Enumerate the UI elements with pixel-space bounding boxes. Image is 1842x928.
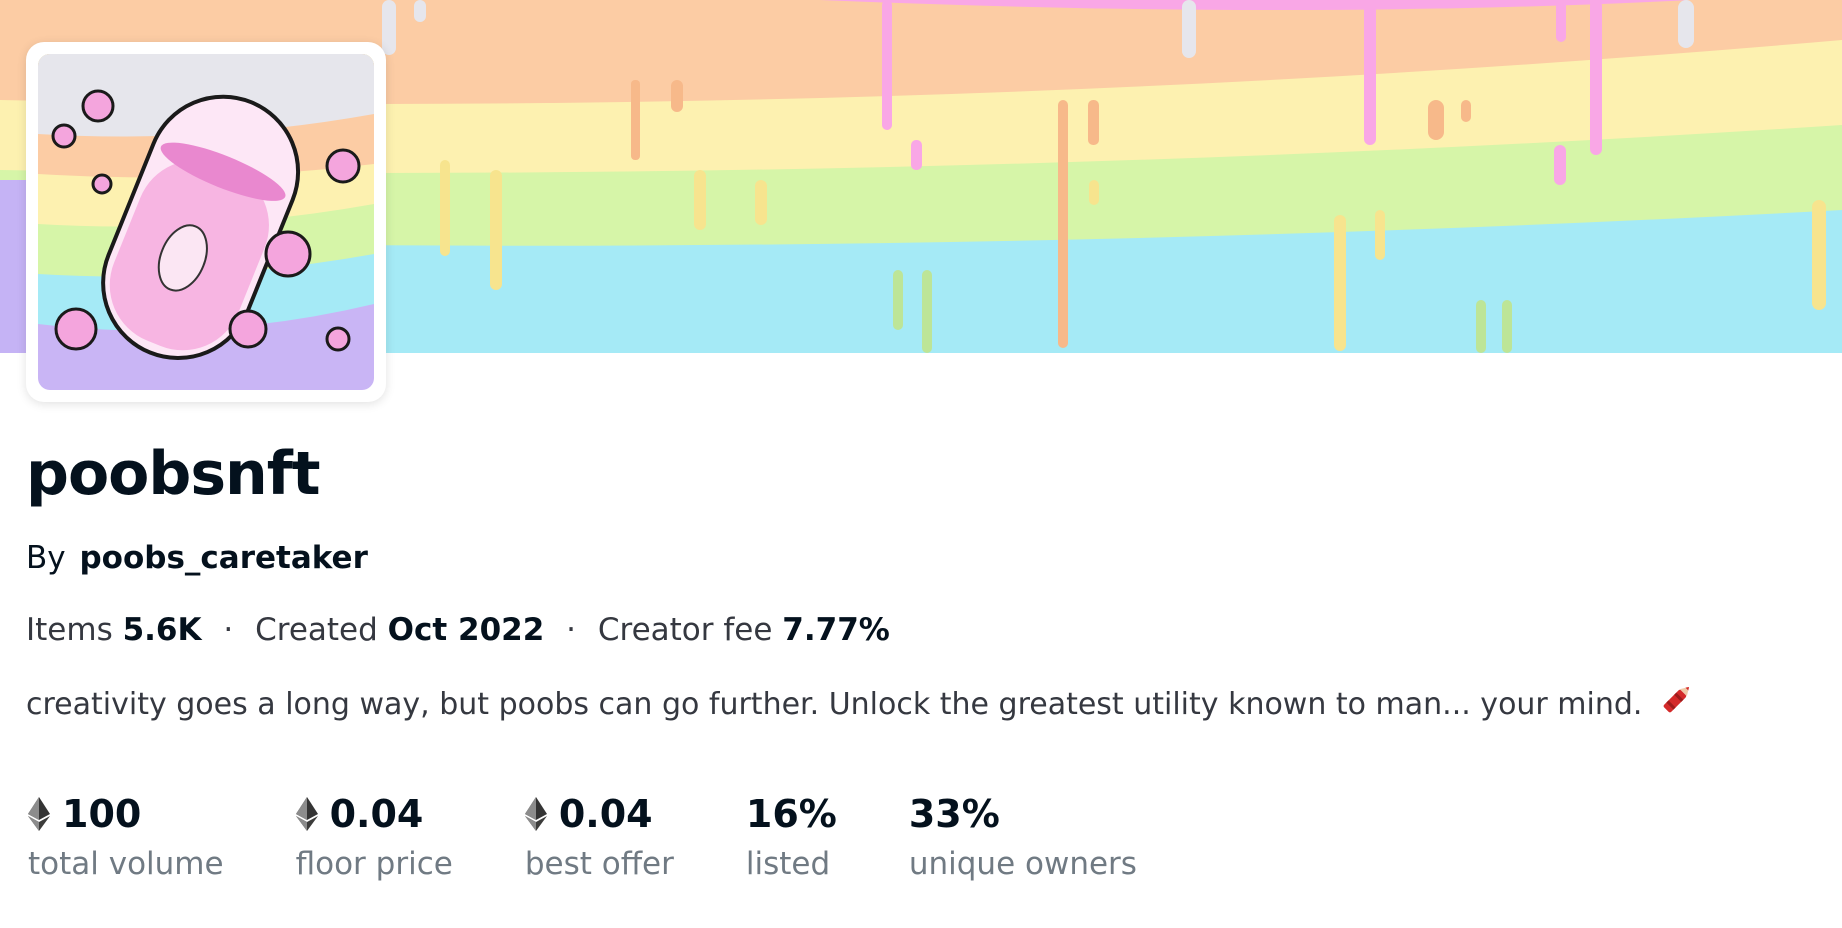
listed-value: 16%: [745, 792, 837, 836]
floor-price-value: 0.04: [329, 792, 424, 836]
best-offer-label: best offer: [524, 846, 674, 882]
collection-meta: Items 5.6K · Created Oct 2022 · Creator …: [26, 608, 890, 652]
total-volume-value: 100: [62, 792, 142, 836]
creator-fee-label: Creator fee: [597, 612, 773, 648]
crayon-icon: [1658, 680, 1696, 731]
floor-price-label: floor price: [295, 846, 453, 882]
best-offer-value: 0.04: [558, 792, 653, 836]
total-volume-label: total volume: [28, 846, 224, 882]
unique-owners-value: 33%: [908, 792, 1000, 836]
creator-byline: By poobs_caretaker: [26, 536, 368, 580]
ethereum-icon: [295, 797, 318, 831]
stat-value: 33%: [909, 790, 1137, 838]
stat-value: 16%: [746, 790, 837, 838]
collection-logo-image: [38, 54, 374, 390]
collection-avatar: [26, 42, 386, 402]
collection-description: creativity goes a long way, but poobs ca…: [26, 680, 1696, 731]
listed-label: listed: [745, 846, 831, 882]
items-value: 5.6K: [122, 612, 202, 648]
ethereum-icon: [28, 797, 50, 831]
stat-value: 0.04: [524, 790, 674, 838]
ethereum-icon: [524, 797, 547, 831]
stat-unique-owners[interactable]: 33% unique owners: [909, 790, 1137, 886]
unique-owners-label: unique owners: [908, 846, 1137, 882]
stat-listed[interactable]: 16% listed: [746, 790, 837, 886]
creator-link[interactable]: poobs_caretaker: [79, 540, 367, 576]
collection-stats: 100 total volume 0.04 floor price 0.04 b…: [28, 790, 1209, 886]
stat-floor-price[interactable]: 0.04 floor price: [295, 790, 453, 886]
collection-title: poobsnft: [26, 439, 321, 509]
meta-separator: ·: [223, 612, 234, 648]
stat-total-volume[interactable]: 100 total volume: [28, 790, 224, 886]
description-text: creativity goes a long way, but poobs ca…: [26, 687, 1643, 722]
stat-value: 0.04: [295, 790, 453, 838]
stat-value: 100: [28, 790, 224, 838]
meta-separator: ·: [566, 612, 576, 648]
items-label: Items: [26, 612, 113, 648]
by-label: By: [26, 540, 66, 576]
stat-best-offer[interactable]: 0.04 best offer: [524, 790, 674, 886]
created-label: Created: [255, 612, 378, 648]
created-value: Oct 2022: [387, 612, 545, 648]
creator-fee-value: 7.77%: [782, 612, 890, 648]
